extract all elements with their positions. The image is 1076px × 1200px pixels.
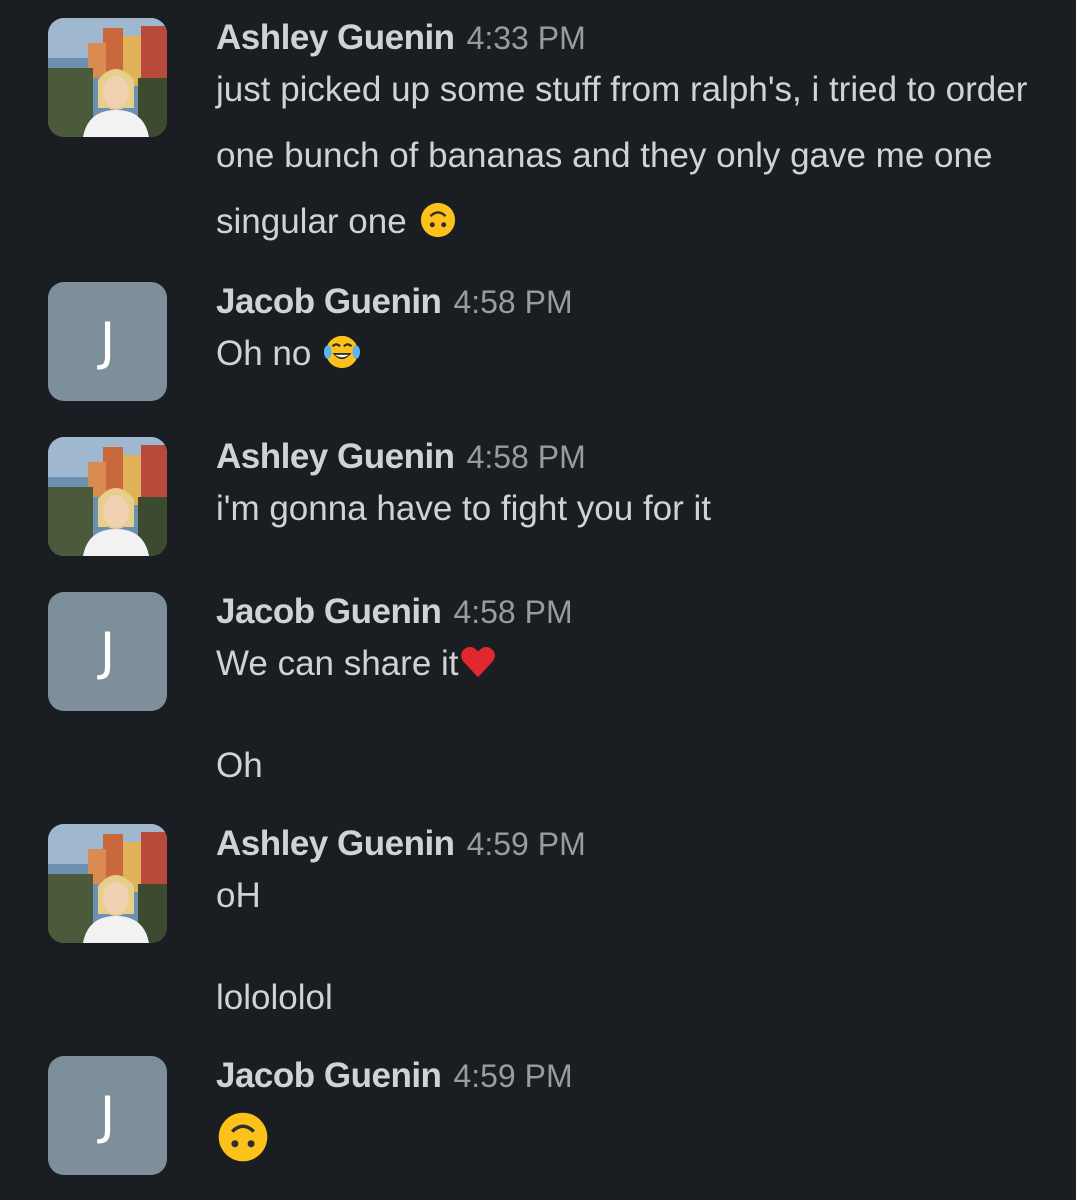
message-text: [216, 1102, 1036, 1168]
message-header: Jacob Guenin 4:58 PM: [216, 592, 573, 632]
avatar-photo: [48, 824, 167, 943]
message-text: Oh no: [216, 321, 1036, 387]
timestamp[interactable]: 4:33 PM: [467, 20, 586, 56]
sender-name[interactable]: Jacob Guenin: [216, 282, 442, 321]
sender-name[interactable]: Ashley Guenin: [216, 824, 455, 863]
avatar-photo: [48, 437, 167, 556]
message-text: just picked up some stuff from ralph's, …: [216, 57, 1036, 255]
timestamp[interactable]: 4:59 PM: [453, 1058, 572, 1094]
sender-name[interactable]: Jacob Guenin: [216, 592, 442, 631]
timestamp[interactable]: 4:58 PM: [453, 594, 572, 630]
message-body: lolololol: [216, 978, 333, 1017]
message-header: Jacob Guenin 4:59 PM: [216, 1056, 573, 1096]
upside-down-face-icon: [420, 202, 455, 238]
message-text: We can share it: [216, 631, 1036, 697]
message-text: oH: [216, 863, 1036, 929]
message-body: i'm gonna have to fight you for it: [216, 489, 712, 528]
sender-name[interactable]: Jacob Guenin: [216, 1056, 442, 1095]
sender-name[interactable]: Ashley Guenin: [216, 437, 455, 476]
avatar-ashley[interactable]: [48, 437, 167, 556]
red-heart-icon: [460, 646, 495, 678]
message-text: i'm gonna have to fight you for it: [216, 476, 1036, 542]
avatar-jacob[interactable]: J: [48, 282, 167, 401]
message-body: Oh: [216, 746, 263, 785]
sender-name[interactable]: Ashley Guenin: [216, 18, 455, 57]
timestamp[interactable]: 4:58 PM: [467, 439, 586, 475]
message-header: Jacob Guenin 4:58 PM: [216, 282, 573, 322]
tears-of-joy-icon: [324, 335, 361, 369]
avatar-jacob[interactable]: J: [48, 592, 167, 711]
avatar-photo: [48, 18, 167, 137]
message-body: oH: [216, 876, 261, 915]
avatar-ashley[interactable]: [48, 18, 167, 137]
avatar-ashley[interactable]: [48, 824, 167, 943]
timestamp[interactable]: 4:58 PM: [453, 284, 572, 320]
message-body: We can share it: [216, 644, 459, 683]
message-body: Oh no: [216, 334, 312, 373]
avatar-jacob[interactable]: J: [48, 1056, 167, 1175]
message-body: just picked up some stuff from ralph's, …: [216, 70, 1028, 241]
message-header: Ashley Guenin 4:59 PM: [216, 824, 586, 864]
upside-down-face-icon: [218, 1112, 268, 1162]
message-header: Ashley Guenin 4:33 PM: [216, 18, 586, 58]
message-text: Oh: [216, 733, 1036, 799]
timestamp[interactable]: 4:59 PM: [467, 826, 586, 862]
message-header: Ashley Guenin 4:58 PM: [216, 437, 586, 477]
message-text: lolololol: [216, 965, 1036, 1031]
